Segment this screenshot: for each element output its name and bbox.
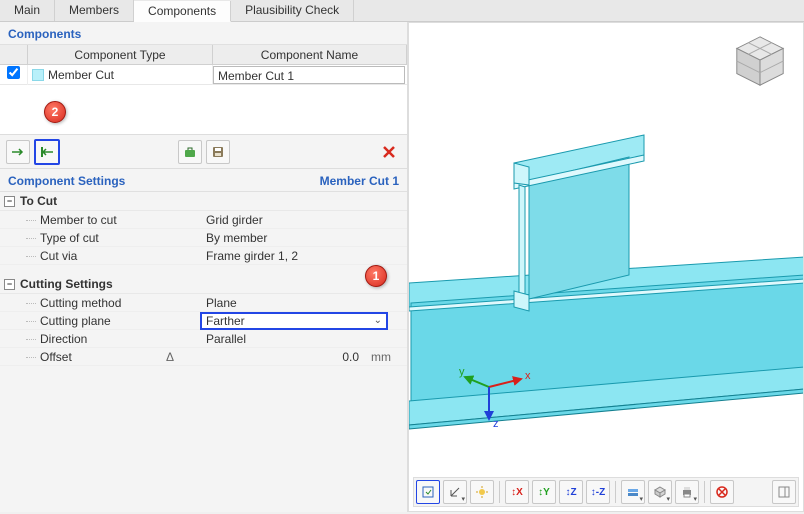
row-value: Grid girder: [200, 213, 407, 227]
components-header: Components: [0, 22, 407, 45]
row-type-of-cut[interactable]: Type of cut By member: [0, 229, 407, 247]
settings-tree: − To Cut Member to cut Grid girder Type …: [0, 192, 407, 366]
row-cut-via[interactable]: Cut via Frame girder 1, 2: [0, 247, 407, 265]
group-to-cut[interactable]: − To Cut: [0, 192, 407, 211]
col-name: Component Name: [213, 45, 407, 64]
vp-view-z-button[interactable]: ↕Z: [559, 480, 583, 504]
tab-components[interactable]: Components: [134, 1, 231, 22]
tab-members[interactable]: Members: [55, 0, 134, 21]
settings-header: Component Settings Member Cut 1: [0, 169, 407, 192]
row-value[interactable]: 0.0: [180, 350, 367, 364]
tab-main[interactable]: Main: [0, 0, 55, 21]
group-cutting-settings[interactable]: − Cutting Settings 1: [0, 275, 407, 294]
row-value: By member: [200, 231, 407, 245]
col-type: Component Type: [28, 45, 213, 64]
row-value: Parallel: [200, 332, 407, 346]
callout-badge-2: 2: [44, 101, 66, 123]
vp-print-button[interactable]: ▾: [675, 480, 699, 504]
vp-expand-button[interactable]: [416, 480, 440, 504]
row-unit: mm: [367, 350, 407, 364]
vp-sun-button[interactable]: [470, 480, 494, 504]
library-button[interactable]: [178, 140, 202, 164]
viewport-3d[interactable]: x y z: [409, 23, 803, 477]
row-name-input[interactable]: Member Cut 1: [213, 66, 405, 84]
row-cutting-method[interactable]: Cutting method Plane: [0, 294, 407, 312]
row-member-to-cut[interactable]: Member to cut Grid girder: [0, 211, 407, 229]
vp-view-x-button[interactable]: ↕X: [505, 480, 529, 504]
insert-button[interactable]: [34, 139, 60, 165]
tab-bar: Main Members Components Plausibility Che…: [0, 0, 804, 22]
save-button[interactable]: [206, 140, 230, 164]
type-swatch-icon: [32, 69, 44, 81]
row-label: Cutting method: [0, 296, 200, 310]
row-offset[interactable]: Offset Δ 0.0 mm: [0, 348, 407, 366]
settings-title: Component Settings: [8, 174, 125, 188]
chevron-down-icon: ⌄: [374, 315, 382, 326]
row-value: Frame girder 1, 2: [200, 249, 407, 263]
viewport-toolbar: ▾ ↕X ↕Y ↕Z ↕-Z ▾ ▾ ▾: [413, 477, 799, 507]
collapse-icon[interactable]: −: [4, 279, 15, 290]
row-cutting-plane[interactable]: Cutting plane Farther ⌄: [0, 312, 407, 330]
row-type[interactable]: Member Cut: [28, 65, 213, 85]
vp-close-button[interactable]: [710, 480, 734, 504]
right-panel: x y z ▾ ↕X ↕Y ↕Z ↕-Z ▾: [408, 22, 804, 512]
tab-plausibility[interactable]: Plausibility Check: [231, 0, 354, 21]
col-check: [0, 45, 28, 64]
callout-badge-1: 1: [365, 265, 387, 287]
row-label: Cut via: [0, 249, 200, 263]
cutting-plane-combo[interactable]: Farther ⌄: [200, 312, 388, 330]
vp-axis-button[interactable]: ▾: [443, 480, 467, 504]
components-toolbar: 2: [0, 135, 407, 169]
components-grid-header: Component Type Component Name: [0, 45, 407, 65]
row-type-label: Member Cut: [48, 65, 114, 85]
settings-context: Member Cut 1: [320, 174, 399, 188]
svg-text:y: y: [459, 366, 465, 378]
vp-view-y-button[interactable]: ↕Y: [532, 480, 556, 504]
vp-cube-button[interactable]: ▾: [648, 480, 672, 504]
row-label: Direction: [0, 332, 200, 346]
components-grid-body: Member Cut Member Cut 1: [0, 65, 407, 135]
vp-detach-button[interactable]: [772, 480, 796, 504]
group-label: To Cut: [20, 194, 57, 208]
svg-text:z: z: [493, 418, 499, 430]
row-label: Cutting plane: [0, 314, 200, 328]
row-label: Offset: [0, 350, 160, 364]
group-label: Cutting Settings: [20, 277, 113, 291]
combo-value: Farther: [206, 314, 245, 328]
add-button[interactable]: [6, 140, 30, 164]
svg-text:x: x: [525, 370, 531, 382]
row-checkbox[interactable]: [0, 65, 28, 85]
delete-button[interactable]: [377, 140, 401, 164]
components-title: Components: [8, 27, 81, 41]
left-panel: Components Component Type Component Name…: [0, 22, 408, 512]
collapse-icon[interactable]: −: [4, 196, 15, 207]
vp-shade-button[interactable]: ▾: [621, 480, 645, 504]
row-direction[interactable]: Direction Parallel: [0, 330, 407, 348]
vp-view-neg-z-button[interactable]: ↕-Z: [586, 480, 610, 504]
table-row[interactable]: Member Cut Member Cut 1: [0, 65, 407, 85]
nav-cube[interactable]: [731, 33, 789, 91]
row-value-wrap: Farther ⌄: [200, 312, 407, 330]
row-label: Member to cut: [0, 213, 200, 227]
axis-gizmo[interactable]: x y z: [459, 357, 539, 437]
row-value: Plane: [200, 296, 407, 310]
row-label: Type of cut: [0, 231, 200, 245]
row-delta: Δ: [160, 350, 180, 364]
